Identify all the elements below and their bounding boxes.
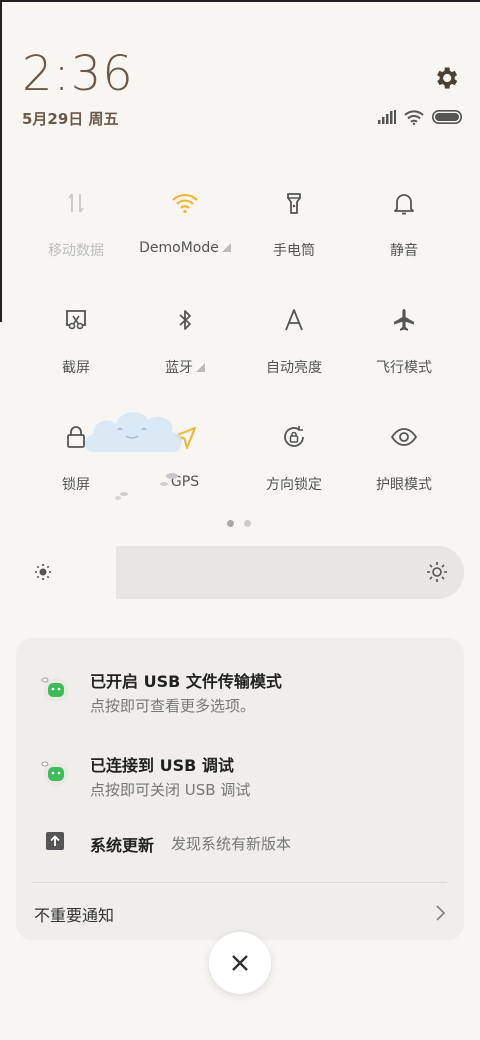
tile-label: 方向锁定	[266, 477, 322, 493]
notification-usb-debugging[interactable]: 已连接到 USB 调试 点按即可关闭 USB 调试	[16, 750, 464, 810]
page-dot-active	[227, 520, 234, 527]
tile-screenshot[interactable]: 截屏	[21, 305, 131, 377]
tile-label: 飞行模式	[376, 360, 432, 376]
tile-eye-care[interactable]: 护眼模式	[349, 422, 459, 494]
notification-panel: 已开启 USB 文件传输模式 点按即可查看更多选项。 已连接到 USB 调试 点…	[16, 638, 464, 940]
tile-silent[interactable]: 静音	[349, 188, 459, 260]
notification-title: 系统更新	[90, 836, 155, 855]
signal-icon	[378, 110, 396, 124]
flashlight-icon	[287, 193, 301, 214]
bluetooth-icon	[179, 310, 191, 330]
tile-label-row: 蓝牙	[130, 357, 240, 377]
wifi-status-icon	[404, 109, 424, 125]
divider	[32, 882, 447, 883]
bell-icon	[394, 194, 414, 215]
notification-system-update[interactable]: 系统更新 发现系统有新版本	[16, 830, 464, 860]
airplane-icon	[394, 309, 414, 331]
tile-rotation-lock[interactable]: 方向锁定	[239, 422, 349, 494]
notification-subtitle: 发现系统有新版本	[171, 835, 292, 853]
clock: 2:36	[22, 46, 134, 102]
close-icon	[232, 955, 248, 971]
expand-triangle-icon	[196, 363, 205, 372]
tile-label: 静音	[390, 243, 418, 259]
clear-all-button[interactable]	[209, 932, 271, 994]
wifi-icon	[172, 193, 198, 214]
tile-bluetooth[interactable]: 蓝牙	[130, 305, 240, 377]
brightness-low-icon	[35, 564, 51, 580]
tile-flashlight[interactable]: 手电筒	[239, 188, 349, 260]
brightness-high-icon	[427, 562, 447, 582]
expand-triangle-icon	[221, 243, 231, 252]
tile-label: 护眼模式	[376, 477, 432, 493]
page-indicator	[227, 520, 251, 527]
update-arrow-icon	[46, 832, 64, 850]
notification-subtitle: 点按即可查看更多选项。	[90, 697, 256, 715]
tile-auto-brightness[interactable]: 自动亮度	[239, 305, 349, 377]
left-edge-line	[0, 0, 2, 322]
auto-brightness-icon	[285, 309, 303, 331]
notification-title: 已开启 USB 文件传输模式	[90, 672, 282, 691]
tile-label: 蓝牙	[165, 360, 193, 376]
leaf-decoration-icon	[115, 473, 178, 500]
date: 5月29日 周五	[22, 110, 119, 128]
battery-icon	[432, 110, 462, 124]
tile-label: 截屏	[62, 360, 90, 376]
brightness-slider[interactable]	[18, 546, 464, 599]
tile-label-row: DemoMode	[130, 240, 240, 256]
tile-wifi[interactable]: DemoMode	[130, 188, 240, 256]
tile-airplane[interactable]: 飞行模式	[349, 305, 459, 377]
notification-usb-file-transfer[interactable]: 已开启 USB 文件传输模式 点按即可查看更多选项。	[16, 666, 464, 726]
tile-label: DemoMode	[139, 240, 219, 256]
android-robot-icon	[41, 761, 68, 786]
cloud-decoration-icon	[85, 412, 182, 452]
rotation-lock-icon	[284, 426, 304, 447]
chevron-right-icon[interactable]	[433, 903, 447, 923]
notification-subtitle: 点按即可关闭 USB 调试	[90, 781, 251, 799]
tile-label: 自动亮度	[266, 360, 322, 376]
eye-icon	[390, 428, 418, 446]
tile-label: 移动数据	[48, 243, 104, 259]
screenshot-icon	[66, 310, 86, 330]
settings-gear-icon[interactable]	[432, 64, 460, 92]
status-bar-icons	[378, 108, 462, 126]
tile-label: 手电筒	[273, 243, 315, 259]
top-edge-line	[0, 0, 480, 2]
notification-title: 已连接到 USB 调试	[90, 756, 234, 775]
tile-mobile-data[interactable]: 移动数据	[21, 188, 131, 260]
android-robot-icon	[41, 677, 68, 702]
mobile-data-icon	[68, 193, 84, 213]
page-dot	[244, 520, 251, 527]
unimportant-notifications-label[interactable]: 不重要通知	[34, 902, 114, 926]
